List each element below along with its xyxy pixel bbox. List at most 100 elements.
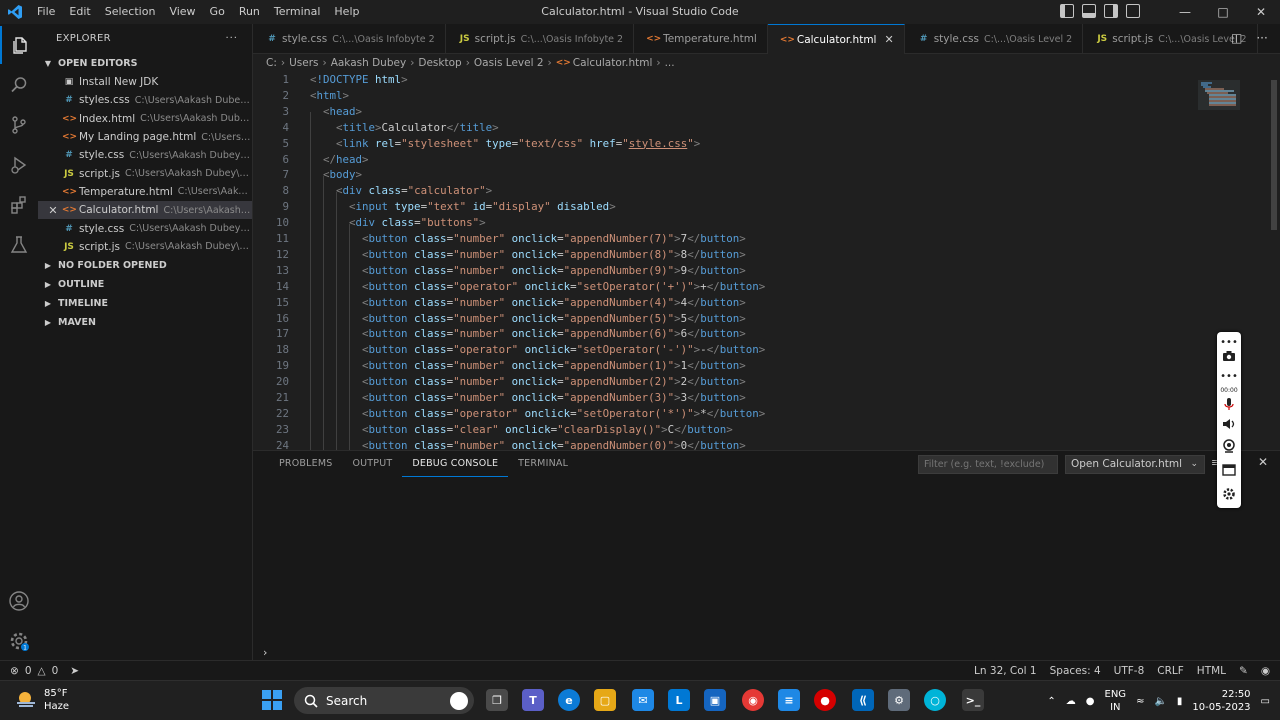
- close-panel-icon[interactable]: ✕: [1258, 455, 1268, 469]
- line-ending[interactable]: CRLF: [1157, 665, 1184, 677]
- search-icon[interactable]: [0, 66, 38, 104]
- open-editors-header[interactable]: ▼ OPEN EDITORS: [38, 54, 252, 73]
- edge-browser-icon[interactable]: e: [558, 689, 580, 711]
- breadcrumb-item[interactable]: Desktop: [418, 57, 461, 69]
- notifications-bell-icon[interactable]: ◉: [1261, 665, 1270, 677]
- feedback-icon[interactable]: ✎: [1239, 665, 1248, 677]
- explorer-icon[interactable]: [0, 26, 38, 64]
- task-view-icon[interactable]: ❐: [486, 689, 508, 711]
- settings-icon[interactable]: ⚙: [888, 689, 910, 711]
- camera-icon[interactable]: [1221, 348, 1237, 364]
- live-share-icon[interactable]: ➤: [70, 665, 79, 677]
- onedrive-icon[interactable]: ☁: [1066, 696, 1076, 707]
- notification-center-icon[interactable]: ▭: [1261, 696, 1270, 707]
- manage-gear-icon[interactable]: 1: [0, 622, 38, 660]
- open-editor-item[interactable]: ✕ <> Calculator.html C:\Users\Aakash ...: [38, 201, 252, 220]
- start-button[interactable]: [262, 690, 282, 710]
- status-problems[interactable]: ⊗ 0 △ 0 ➤: [0, 665, 79, 677]
- launcher-app-icon[interactable]: L: [668, 689, 690, 711]
- console-prompt[interactable]: ›: [263, 646, 267, 659]
- chrome-icon[interactable]: ◉: [742, 689, 764, 711]
- editor-scrollbar[interactable]: [1268, 72, 1280, 450]
- breadcrumb-item[interactable]: C:: [266, 57, 277, 69]
- open-editor-item[interactable]: # styles.css C:\Users\Aakash Dubey\...: [38, 91, 252, 109]
- breadcrumb-item[interactable]: Oasis Level 2: [474, 57, 544, 69]
- toggle-panel-icon[interactable]: [1082, 4, 1096, 18]
- close-tab-icon[interactable]: ✕: [884, 33, 893, 46]
- menu-terminal[interactable]: Terminal: [267, 0, 328, 24]
- open-editor-item[interactable]: ▣ Install New JDK: [38, 73, 252, 91]
- menu-go[interactable]: Go: [203, 0, 232, 24]
- microphone-icon[interactable]: [1221, 396, 1237, 412]
- more-actions-icon[interactable]: ···: [1256, 31, 1267, 45]
- source-control-icon[interactable]: [0, 106, 38, 144]
- notepad-icon[interactable]: ≡: [778, 689, 800, 711]
- tab-script-js[interactable]: JS script.js C:\...\Oasis Infobyte 2: [446, 24, 635, 54]
- accounts-icon[interactable]: [0, 582, 38, 620]
- breadcrumb-item[interactable]: Users: [289, 57, 318, 69]
- outline-section[interactable]: ▶ OUTLINE: [38, 275, 252, 294]
- vscode-taskbar-icon[interactable]: ⟪: [852, 689, 874, 711]
- toggle-primary-sidebar-icon[interactable]: [1060, 4, 1074, 18]
- tab-problems[interactable]: PROBLEMS: [269, 451, 342, 477]
- indentation[interactable]: Spaces: 4: [1050, 665, 1101, 677]
- breadcrumb-item[interactable]: ...: [665, 57, 675, 69]
- timeline-section[interactable]: ▶ TIMELINE: [38, 294, 252, 313]
- tab-temperature-html[interactable]: <> Temperature.html: [634, 24, 768, 54]
- menu-run[interactable]: Run: [232, 0, 267, 24]
- webcam-icon[interactable]: [1221, 438, 1237, 454]
- settings-gear-icon[interactable]: [1221, 486, 1237, 502]
- menu-file[interactable]: File: [30, 0, 62, 24]
- cortana-icon[interactable]: ○: [924, 689, 946, 711]
- tab-terminal[interactable]: TERMINAL: [508, 451, 578, 477]
- open-editor-item[interactable]: JS script.js C:\Users\Aakash Dubey\D...: [38, 238, 252, 256]
- weather-widget[interactable]: 85°F Haze: [14, 687, 69, 713]
- input-language[interactable]: ENG IN: [1105, 688, 1127, 714]
- store-icon[interactable]: ▣: [704, 689, 726, 711]
- encoding[interactable]: UTF-8: [1114, 665, 1145, 677]
- tab-style-css[interactable]: # style.css C:\...\Oasis Infobyte 2: [253, 24, 446, 54]
- breadcrumb-item[interactable]: Aakash Dubey: [331, 57, 407, 69]
- menu-edit[interactable]: Edit: [62, 0, 97, 24]
- tab-output[interactable]: OUTPUT: [342, 451, 402, 477]
- window-select-icon[interactable]: [1221, 462, 1237, 478]
- open-editor-item[interactable]: <> Index.html C:\Users\Aakash Dube...: [38, 110, 252, 128]
- no-folder-section[interactable]: ▶ NO FOLDER OPENED: [38, 256, 252, 275]
- mail-icon[interactable]: ✉: [632, 689, 654, 711]
- open-editor-item[interactable]: # style.css C:\Users\Aakash Dubey\...: [38, 219, 252, 237]
- open-editor-item[interactable]: <> My Landing page.html C:\Users\...: [38, 128, 252, 146]
- speaker-icon[interactable]: [1221, 416, 1237, 432]
- language-mode[interactable]: HTML: [1197, 665, 1226, 677]
- code-editor[interactable]: 1 <!DOCTYPE html> 2 <html> 3 <head> 4 <title>Ca…: [253, 72, 1280, 450]
- tab-calculator-html[interactable]: <> Calculator.html ✕: [767, 24, 905, 54]
- tab-debug-console[interactable]: DEBUG CONSOLE: [402, 451, 509, 477]
- tray-overflow-icon[interactable]: ⌃: [1047, 696, 1055, 707]
- menu-selection[interactable]: Selection: [98, 0, 163, 24]
- taskbar-search[interactable]: Search: [294, 687, 474, 714]
- maven-section[interactable]: ▶ MAVEN: [38, 313, 252, 332]
- microphone-icon[interactable]: ●: [1086, 696, 1095, 707]
- open-editor-item[interactable]: # style.css C:\Users\Aakash Dubey\...: [38, 146, 252, 164]
- file-explorer-icon[interactable]: ▢: [594, 689, 616, 711]
- vscode-logo-icon[interactable]: [0, 0, 30, 24]
- open-editor-item[interactable]: JS script.js C:\Users\Aakash Dubey\D...: [38, 164, 252, 182]
- teams-icon[interactable]: T: [522, 689, 544, 711]
- split-editor-icon[interactable]: ◫: [1231, 31, 1242, 45]
- terminal-icon[interactable]: >_: [962, 689, 984, 711]
- close-window-icon[interactable]: ✕: [1242, 0, 1280, 24]
- minimize-icon[interactable]: —: [1166, 0, 1204, 24]
- scrollbar-thumb[interactable]: [1271, 80, 1277, 230]
- open-editor-item[interactable]: <> Temperature.html C:\Users\Aaka...: [38, 183, 252, 201]
- run-debug-icon[interactable]: [0, 146, 38, 184]
- tab-style-css[interactable]: # style.css C:\...\Oasis Level 2: [905, 24, 1084, 54]
- maximize-icon[interactable]: □: [1204, 0, 1242, 24]
- close-editor-icon[interactable]: ✕: [46, 204, 60, 217]
- breadcrumb-item[interactable]: Calculator.html: [573, 57, 653, 69]
- debug-config-select[interactable]: Open Calculator.html ⌄: [1065, 455, 1205, 474]
- menu-view[interactable]: View: [162, 0, 202, 24]
- minimap[interactable]: [1198, 80, 1240, 110]
- cursor-position[interactable]: Ln 32, Col 1: [974, 665, 1037, 677]
- testing-flask-icon[interactable]: [0, 226, 38, 264]
- battery-icon[interactable]: ▮: [1177, 696, 1183, 707]
- wifi-icon[interactable]: ≈: [1136, 696, 1144, 707]
